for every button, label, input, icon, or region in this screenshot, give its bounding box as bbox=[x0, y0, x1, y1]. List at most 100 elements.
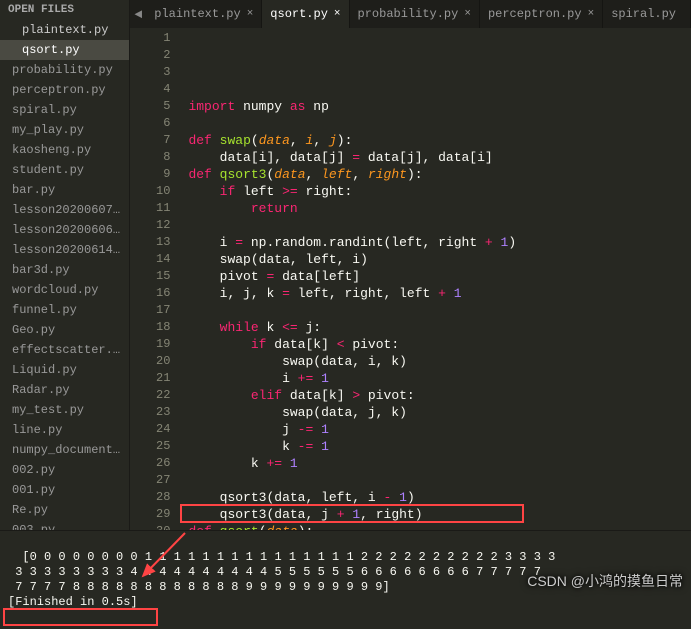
open-files-list: plaintext.pyqsort.pyprobability.pypercep… bbox=[0, 20, 129, 530]
line-number: 2 bbox=[130, 47, 170, 64]
line-number: 13 bbox=[130, 234, 170, 251]
line-number: 14 bbox=[130, 251, 170, 268]
code-line[interactable]: def qsort(data): bbox=[188, 523, 691, 530]
line-number: 17 bbox=[130, 302, 170, 319]
line-number: 4 bbox=[130, 81, 170, 98]
code-line[interactable]: return bbox=[188, 200, 691, 217]
tab-label: spiral.py bbox=[611, 7, 676, 21]
tab-label: probability.py bbox=[358, 7, 459, 21]
watermark: CSDN @小鸿的摸鱼日常 bbox=[527, 571, 683, 591]
tab-bar: ◄ plaintext.py×qsort.py×probability.py×p… bbox=[130, 0, 691, 28]
line-number: 19 bbox=[130, 336, 170, 353]
close-icon[interactable]: × bbox=[247, 8, 254, 20]
line-number: 7 bbox=[130, 132, 170, 149]
sidebar-file-item[interactable]: wordcloud.py bbox=[0, 280, 129, 300]
code-line[interactable]: i = np.random.randint(left, right + 1) bbox=[188, 234, 691, 251]
sidebar-file-item[interactable]: student.py bbox=[0, 160, 129, 180]
line-number: 21 bbox=[130, 370, 170, 387]
line-number: 5 bbox=[130, 98, 170, 115]
code-line[interactable]: data[i], data[j] = data[j], data[i] bbox=[188, 149, 691, 166]
tab[interactable]: perceptron.py× bbox=[480, 0, 603, 28]
sidebar-file-item[interactable]: Liquid.py bbox=[0, 360, 129, 380]
code-line[interactable] bbox=[188, 302, 691, 319]
tab[interactable]: qsort.py× bbox=[262, 0, 349, 28]
tab[interactable]: spiral.py bbox=[603, 0, 691, 28]
line-number: 3 bbox=[130, 64, 170, 81]
code-line[interactable]: qsort3(data, left, i - 1) bbox=[188, 489, 691, 506]
sidebar-file-item[interactable]: lesson20200614.py bbox=[0, 240, 129, 260]
code-line[interactable]: while k <= j: bbox=[188, 319, 691, 336]
line-number: 15 bbox=[130, 268, 170, 285]
code-line[interactable] bbox=[188, 115, 691, 132]
line-number: 11 bbox=[130, 200, 170, 217]
code-line[interactable]: def swap(data, i, j): bbox=[188, 132, 691, 149]
code-line[interactable]: elif data[k] > pivot: bbox=[188, 387, 691, 404]
tab-prev-icon[interactable]: ◄ bbox=[130, 0, 146, 28]
sidebar-file-item[interactable]: plaintext.py bbox=[0, 20, 129, 40]
code-line[interactable]: k += 1 bbox=[188, 455, 691, 472]
code-line[interactable] bbox=[188, 217, 691, 234]
code-line[interactable]: def qsort3(data, left, right): bbox=[188, 166, 691, 183]
sidebar-file-item[interactable]: my_play.py bbox=[0, 120, 129, 140]
sidebar-file-item[interactable]: 002.py bbox=[0, 460, 129, 480]
line-number: 12 bbox=[130, 217, 170, 234]
code-line[interactable]: k -= 1 bbox=[188, 438, 691, 455]
sidebar-file-item[interactable]: probability.py bbox=[0, 60, 129, 80]
close-icon[interactable]: × bbox=[464, 8, 471, 20]
sidebar[interactable]: OPEN FILES plaintext.pyqsort.pyprobabili… bbox=[0, 0, 130, 530]
close-icon[interactable]: × bbox=[334, 8, 341, 20]
line-number: 25 bbox=[130, 438, 170, 455]
line-number: 9 bbox=[130, 166, 170, 183]
sidebar-file-item[interactable]: spiral.py bbox=[0, 100, 129, 120]
sidebar-file-item[interactable]: Radar.py bbox=[0, 380, 129, 400]
code-line[interactable]: pivot = data[left] bbox=[188, 268, 691, 285]
sidebar-file-item[interactable]: qsort.py bbox=[0, 40, 129, 60]
sidebar-file-item[interactable]: lesson20200607.py bbox=[0, 200, 129, 220]
line-number: 8 bbox=[130, 149, 170, 166]
tab-label: plaintext.py bbox=[154, 7, 240, 21]
code-line[interactable]: j -= 1 bbox=[188, 421, 691, 438]
code-line[interactable]: if left >= right: bbox=[188, 183, 691, 200]
code-line[interactable]: i, j, k = left, right, left + 1 bbox=[188, 285, 691, 302]
line-number: 1 bbox=[130, 30, 170, 47]
sidebar-file-item[interactable]: bar3d.py bbox=[0, 260, 129, 280]
line-number: 10 bbox=[130, 183, 170, 200]
sidebar-file-item[interactable]: Re.py bbox=[0, 500, 129, 520]
sidebar-file-item[interactable]: funnel.py bbox=[0, 300, 129, 320]
code-line[interactable]: swap(data, j, k) bbox=[188, 404, 691, 421]
line-number: 18 bbox=[130, 319, 170, 336]
sidebar-file-item[interactable]: effectscatter.py bbox=[0, 340, 129, 360]
sidebar-file-item[interactable]: perceptron.py bbox=[0, 80, 129, 100]
tab[interactable]: probability.py × bbox=[350, 0, 480, 28]
line-number: 20 bbox=[130, 353, 170, 370]
sidebar-file-item[interactable]: Geo.py bbox=[0, 320, 129, 340]
code-line[interactable]: swap(data, left, i) bbox=[188, 251, 691, 268]
output-finished: [Finished in 0.5s] bbox=[8, 595, 138, 609]
line-number: 30 bbox=[130, 523, 170, 530]
line-number: 27 bbox=[130, 472, 170, 489]
sidebar-file-item[interactable]: kaosheng.py bbox=[0, 140, 129, 160]
sidebar-file-item[interactable]: 001.py bbox=[0, 480, 129, 500]
editor-area: ◄ plaintext.py×qsort.py×probability.py×p… bbox=[130, 0, 691, 530]
sidebar-file-item[interactable]: lesson20200606.py bbox=[0, 220, 129, 240]
sidebar-file-item[interactable]: bar.py bbox=[0, 180, 129, 200]
code-line[interactable]: import numpy as np bbox=[188, 98, 691, 115]
line-number: 16 bbox=[130, 285, 170, 302]
sidebar-file-item[interactable]: 003.py bbox=[0, 520, 129, 530]
code-line[interactable]: i += 1 bbox=[188, 370, 691, 387]
line-number: 6 bbox=[130, 115, 170, 132]
line-number: 23 bbox=[130, 404, 170, 421]
code-content[interactable]: import numpy as np def swap(data, i, j):… bbox=[180, 28, 691, 530]
sidebar-file-item[interactable]: my_test.py bbox=[0, 400, 129, 420]
code-line[interactable] bbox=[188, 472, 691, 489]
code-editor[interactable]: 1234567891011121314151617181920212223242… bbox=[130, 28, 691, 530]
code-line[interactable]: qsort3(data, j + 1, right) bbox=[188, 506, 691, 523]
line-number: 24 bbox=[130, 421, 170, 438]
code-line[interactable]: swap(data, i, k) bbox=[188, 353, 691, 370]
annotation-box bbox=[3, 608, 158, 626]
sidebar-file-item[interactable]: line.py bbox=[0, 420, 129, 440]
code-line[interactable]: if data[k] < pivot: bbox=[188, 336, 691, 353]
close-icon[interactable]: × bbox=[588, 8, 595, 20]
sidebar-file-item[interactable]: numpy_documentation bbox=[0, 440, 129, 460]
tab[interactable]: plaintext.py × bbox=[146, 0, 262, 28]
